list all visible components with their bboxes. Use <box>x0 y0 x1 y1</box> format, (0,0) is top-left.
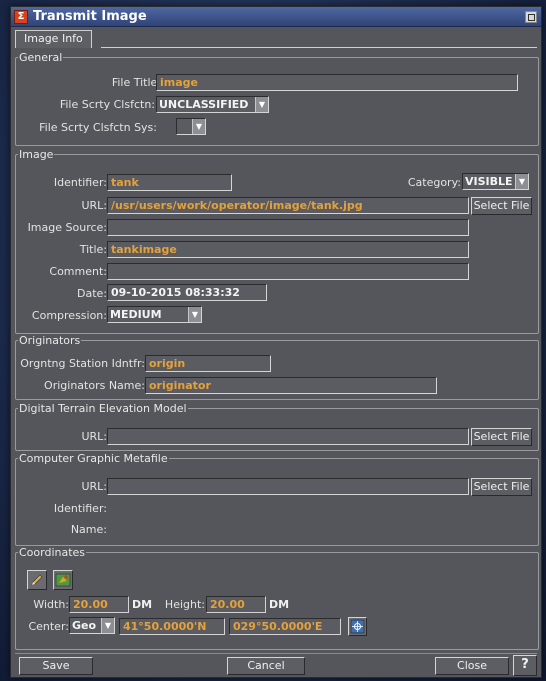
dtem-select-file-button[interactable]: Select File <box>471 428 532 446</box>
cgm-url-label: URL: <box>81 480 107 493</box>
image-url-field[interactable]: /usr/users/work/operator/image/tank.jpg <box>107 197 469 214</box>
date-field[interactable]: 09-10-2015 08:33:32 <box>107 284 267 301</box>
category-label: Category: <box>407 176 461 189</box>
close-button[interactable]: Close <box>435 657 509 675</box>
file-scrty-sys-select[interactable]: ▼ <box>176 118 206 135</box>
cancel-button[interactable]: Cancel <box>227 657 305 675</box>
cgm-select-file-button[interactable]: Select File <box>471 478 532 496</box>
width-unit: DM <box>132 598 153 611</box>
transmit-image-window: Σ Transmit Image Image Info General File… <box>10 6 542 678</box>
cgm-url-field[interactable] <box>107 478 469 495</box>
image-select-file-button[interactable]: Select File <box>471 197 532 215</box>
help-button[interactable]: ? <box>513 655 537 676</box>
image-title-field[interactable]: tankimage <box>107 241 469 258</box>
comment-label: Comment: <box>49 265 107 278</box>
file-scrty-clsfctn-label: File Scrty Clsfctn: <box>59 98 155 111</box>
image-legend: Image <box>19 148 54 161</box>
compression-select[interactable]: MEDIUM ▼ <box>107 306 202 323</box>
image-url-label: URL: <box>81 199 107 212</box>
originators-name-label: Originators Name: <box>44 379 145 392</box>
restore-window-icon[interactable] <box>525 11 537 23</box>
center-mode-select[interactable]: Geo ▼ <box>69 617 115 634</box>
file-scrty-clsfctn-value: UNCLASSIFIED <box>159 98 249 111</box>
general-legend: General <box>19 51 63 64</box>
dtem-url-label: URL: <box>81 430 107 443</box>
file-title-label: File Title: <box>111 76 161 89</box>
center-mode-value: Geo <box>72 619 97 632</box>
image-source-field[interactable] <box>107 219 469 236</box>
pencil-edit-button[interactable] <box>27 570 47 590</box>
identifier-field[interactable]: tank <box>107 174 232 191</box>
compression-value: MEDIUM <box>110 308 162 321</box>
station-idntfr-label: Orgntng Station Idntfr: <box>20 357 145 370</box>
map-locate-button[interactable] <box>53 570 73 590</box>
longitude-field[interactable]: 029°50.0000'E <box>229 618 341 635</box>
chevron-down-icon[interactable]: ▼ <box>101 618 114 633</box>
image-title-label: Title: <box>79 243 107 256</box>
originators-name-field[interactable]: originator <box>145 377 437 394</box>
file-scrty-sys-label: File Scrty Clsfctn Sys: <box>39 121 157 134</box>
pencil-icon <box>31 574 43 586</box>
title-bar[interactable]: Σ Transmit Image <box>11 7 541 27</box>
chevron-down-icon[interactable]: ▼ <box>255 97 268 112</box>
category-value: VISIBLE <box>465 175 513 188</box>
app-logo-icon: Σ <box>14 10 28 24</box>
window-title: Transmit Image <box>33 9 147 24</box>
comment-field[interactable] <box>107 263 469 280</box>
target-map-icon <box>350 619 365 634</box>
chevron-down-icon[interactable]: ▼ <box>515 174 528 189</box>
category-select[interactable]: VISIBLE ▼ <box>462 173 529 190</box>
compression-label: Compression: <box>31 309 107 322</box>
width-field[interactable]: 20.00 <box>69 596 129 613</box>
cgm-legend: Computer Graphic Metafile <box>19 452 168 465</box>
cgm-name-label: Name: <box>70 523 107 536</box>
chevron-down-icon[interactable]: ▼ <box>192 119 205 134</box>
identifier-label: Identifier: <box>53 176 107 189</box>
originators-legend: Originators <box>19 334 81 347</box>
pick-center-button[interactable] <box>348 617 367 636</box>
latitude-field[interactable]: 41°50.0000'N <box>119 618 225 635</box>
dtem-legend: Digital Terrain Elevation Model <box>19 402 187 415</box>
save-button[interactable]: Save <box>19 657 93 675</box>
width-label: Width: <box>33 598 69 611</box>
dtem-url-field[interactable] <box>107 428 469 445</box>
date-label: Date: <box>77 287 107 300</box>
cgm-identifier-label: Identifier: <box>53 502 107 515</box>
coordinates-legend: Coordinates <box>19 546 86 559</box>
center-label: Center: <box>28 620 69 633</box>
height-field[interactable]: 20.00 <box>206 596 266 613</box>
tab-image-info[interactable]: Image Info <box>15 30 92 48</box>
map-icon <box>55 573 71 587</box>
tab-divider <box>101 47 537 48</box>
chevron-down-icon[interactable]: ▼ <box>188 307 201 322</box>
height-label: Height: <box>164 598 205 611</box>
station-idntfr-field[interactable]: origin <box>145 355 271 372</box>
height-unit: DM <box>269 598 290 611</box>
file-scrty-clsfctn-select[interactable]: UNCLASSIFIED ▼ <box>156 96 269 113</box>
file-title-field[interactable]: image <box>156 74 518 91</box>
image-source-label: Image Source: <box>27 221 107 234</box>
